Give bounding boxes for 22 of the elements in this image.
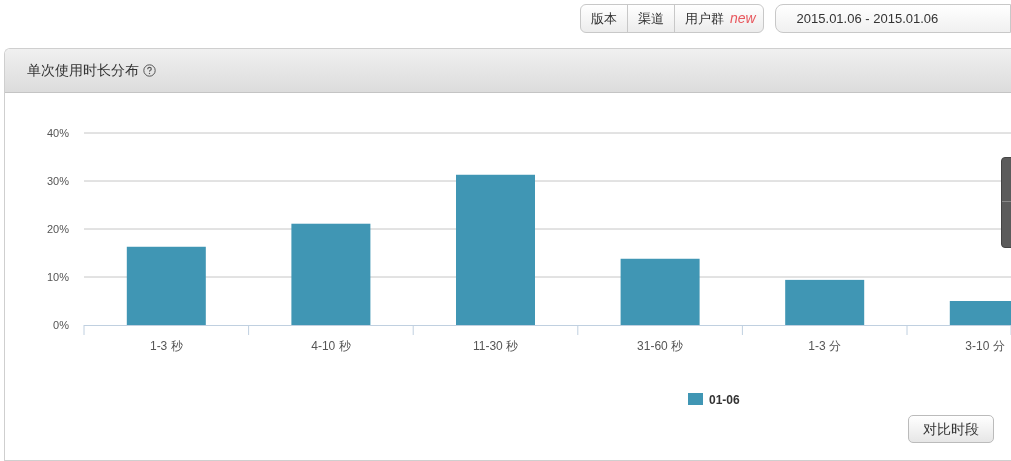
y-axis-label: 0% (53, 319, 69, 331)
y-axis-label: 10% (46, 271, 69, 283)
panel-title: 单次使用时长分布 (27, 61, 139, 80)
help-icon[interactable] (143, 64, 156, 77)
filter-button[interactable]: 版本 (581, 5, 627, 32)
side-toolbar[interactable] (1001, 157, 1011, 248)
x-axis-label: 31-60 秒 (637, 339, 684, 353)
bar (949, 301, 1011, 325)
x-axis-label: 3-10 分 (965, 339, 1005, 353)
y-axis-label: 20% (46, 223, 69, 235)
filter-button[interactable]: 用户群 new (674, 5, 763, 32)
x-axis-label: 1-3 分 (808, 339, 842, 353)
compare-period-button[interactable]: 对比时段 (908, 415, 994, 443)
filter-button[interactable]: 渠道 (627, 5, 674, 32)
legend-swatch (688, 393, 703, 405)
legend-label: 01-06 (709, 393, 740, 407)
x-axis-label: 1-3 秒 (149, 339, 183, 353)
y-axis-label: 30% (46, 175, 69, 187)
date-range-field[interactable]: 2015.01.06 - 2015.01.06 (774, 4, 1011, 33)
y-axis-label: 40% (46, 127, 69, 139)
x-axis-label: 11-30 秒 (472, 339, 519, 353)
x-axis-label: 4-10 秒 (311, 339, 351, 353)
